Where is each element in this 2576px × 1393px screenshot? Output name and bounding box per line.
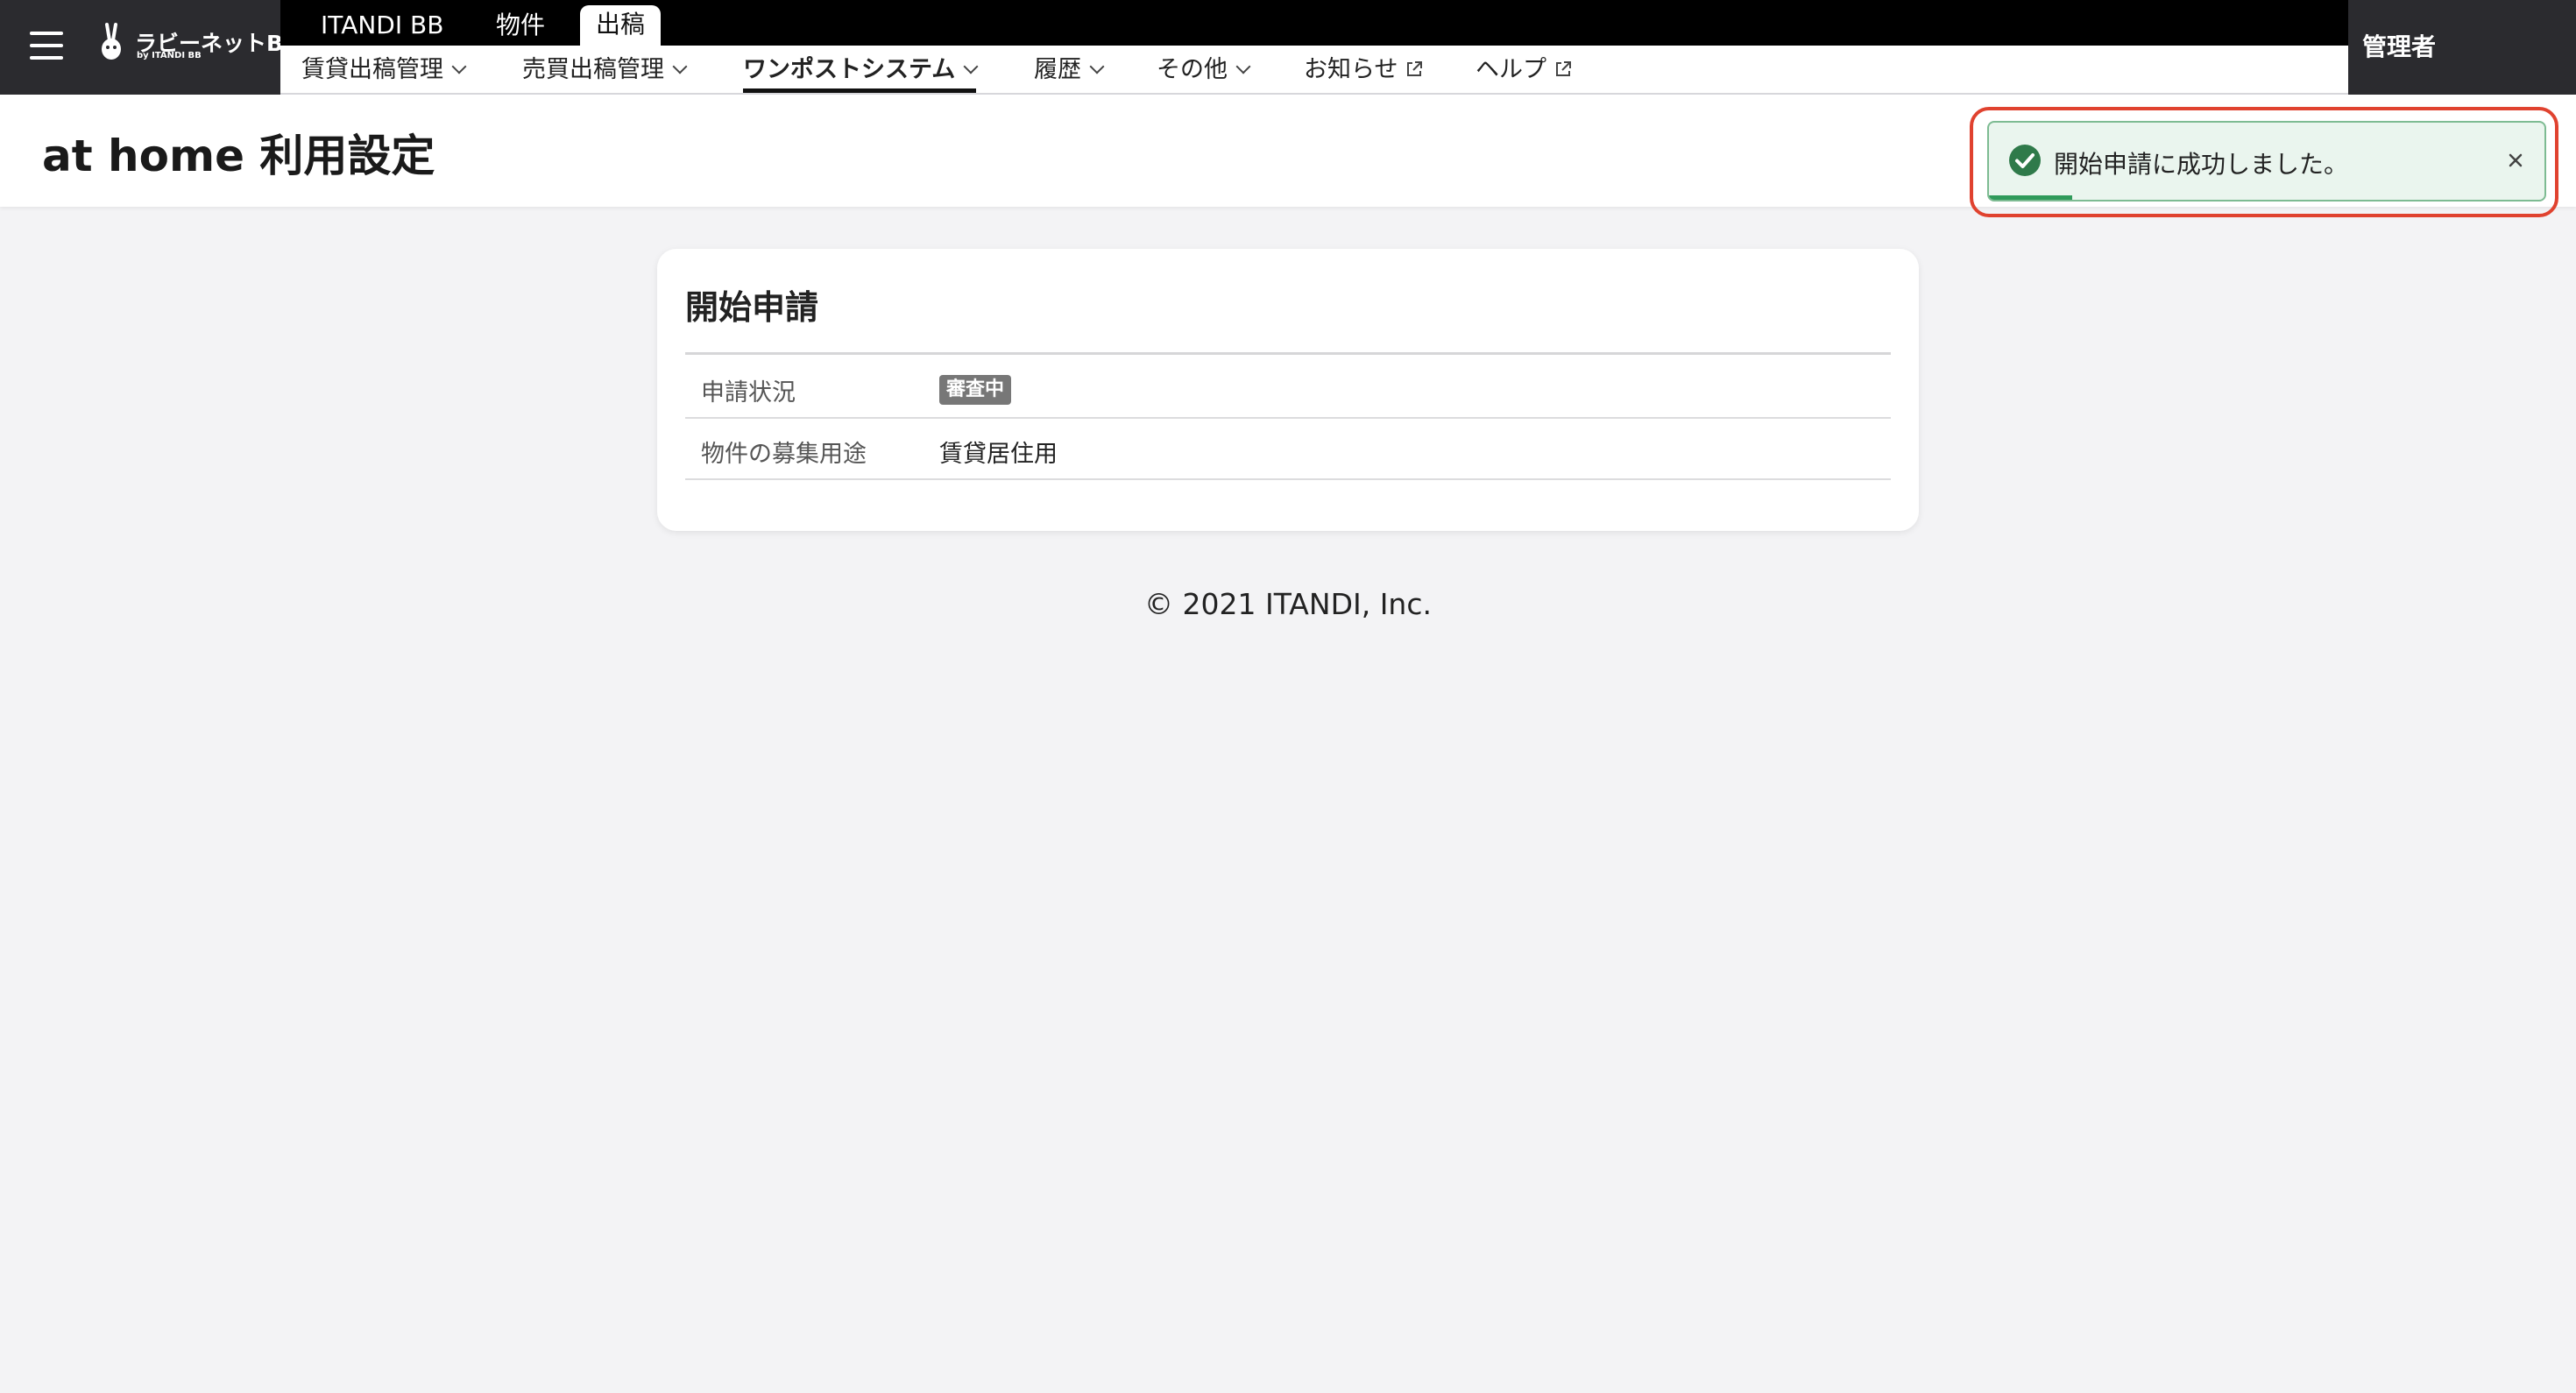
subnav-label: 売買出稿管理 xyxy=(522,56,664,83)
toast-message: 開始申請に成功しました。 xyxy=(2054,150,2349,179)
close-icon[interactable] xyxy=(2501,145,2530,175)
hamburger-menu-icon[interactable] xyxy=(30,28,68,63)
status-badge: 審査中 xyxy=(939,375,1012,405)
detail-row-status: 申請状況 審査中 xyxy=(685,357,1891,419)
application-card: 開始申請 申請状況 審査中 物件の募集用途 賃貸居住用 xyxy=(657,249,1919,531)
subnav-help[interactable]: ヘルプ xyxy=(1476,53,1573,88)
tab-posting[interactable]: 出稿 xyxy=(580,5,662,46)
card-divider xyxy=(685,352,1891,355)
subnav-news[interactable]: お知らせ xyxy=(1304,53,1424,88)
subnav-label: ワンポストシステム xyxy=(743,56,956,83)
row-label: 物件の募集用途 xyxy=(701,441,867,468)
subnav-label: ヘルプ xyxy=(1476,56,1546,83)
subnav-other[interactable]: その他 xyxy=(1157,53,1251,88)
brand-block: ラビーネットBB by ITANDI BB xyxy=(0,0,300,95)
chevron-down-icon xyxy=(1089,59,1105,74)
external-link-icon xyxy=(1405,54,1424,76)
check-circle-icon xyxy=(2009,145,2041,176)
detail-row-usage: 物件の募集用途 賃貸居住用 xyxy=(685,419,1891,480)
user-role-label: 管理者 xyxy=(2362,32,2437,61)
chevron-down-icon xyxy=(672,59,688,74)
row-label: 申請状況 xyxy=(701,379,796,407)
subnav-label: 賃貸出稿管理 xyxy=(301,56,443,83)
top-tab-bar: ITANDI BB 物件 出稿 xyxy=(280,0,2348,46)
copyright-footer: © 2021 ITANDI, Inc. xyxy=(1144,587,1432,621)
tab-itandi-bb[interactable]: ITANDI BB xyxy=(321,0,443,46)
logo-subtext: by ITANDI BB xyxy=(137,51,202,60)
subnav-label: 履歴 xyxy=(1034,56,1081,83)
rabbit-logo-icon xyxy=(102,23,121,60)
card-title: 開始申請 xyxy=(685,288,819,327)
external-link-icon xyxy=(1553,54,1573,76)
top-navigation: ラビーネットBB by ITANDI BB ITANDI BB 物件 出稿 賃貸… xyxy=(0,0,2576,95)
subnav-label: お知らせ xyxy=(1304,56,1398,83)
subnav-onepost-system[interactable]: ワンポストシステム xyxy=(743,53,979,93)
subnav-history[interactable]: 履歴 xyxy=(1034,53,1105,88)
subnav-label: その他 xyxy=(1157,56,1228,83)
subnav-rental-posting[interactable]: 賃貸出稿管理 xyxy=(301,53,467,88)
toast-progress-bar xyxy=(1989,195,2073,200)
tab-property[interactable]: 物件 xyxy=(496,0,545,46)
sub-navigation: 賃貸出稿管理 売買出稿管理 ワンポストシステム 履歴 その他 お知らせ ヘルプ xyxy=(280,46,2348,95)
row-value: 賃貸居住用 xyxy=(939,441,1058,468)
success-toast: 開始申請に成功しました。 xyxy=(1987,121,2546,202)
user-menu[interactable]: 管理者 xyxy=(2348,0,2576,95)
chevron-down-icon xyxy=(1235,59,1251,74)
logo[interactable]: ラビーネットBB by ITANDI BB xyxy=(96,23,300,67)
chevron-down-icon xyxy=(963,59,979,74)
chevron-down-icon xyxy=(451,59,467,74)
subnav-sales-posting[interactable]: 売買出稿管理 xyxy=(522,53,688,88)
page-title: at home 利用設定 xyxy=(42,131,435,181)
